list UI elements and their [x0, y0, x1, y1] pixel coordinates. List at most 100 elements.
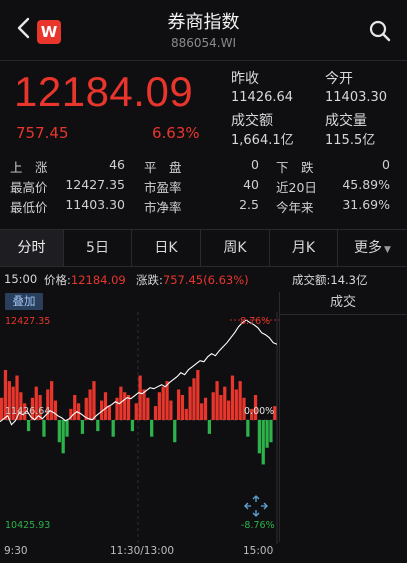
volume-bar [257, 420, 262, 454]
low-label: 最低价 [10, 200, 48, 215]
volume-bar [134, 403, 138, 420]
volume-bar [153, 406, 158, 420]
volume-bar [211, 392, 215, 420]
volume-bar [96, 420, 100, 432]
y-bottom-label: 10425.93 [5, 520, 51, 531]
volume-bar [92, 381, 96, 420]
d20-label: 近20日 [276, 180, 317, 195]
volume-bar [103, 392, 108, 420]
turnover-label: 成交额 [231, 113, 273, 129]
pe-label: 市盈率 [144, 180, 182, 195]
tab-5day[interactable]: 5日 [64, 230, 132, 266]
volume-bar [42, 420, 46, 437]
tab-more[interactable]: 更多 ▼ [338, 230, 407, 266]
quote-bar: 15:00 价格:12184.09 涨跌:757.45(6.63%) 成交额:1… [0, 268, 407, 290]
volume-bar [230, 375, 235, 420]
volume-bar [192, 378, 196, 420]
volume-bar [107, 406, 111, 420]
pct-mid-label: 0.00% [244, 406, 275, 417]
volume-bar [173, 420, 177, 443]
index-code: 886054.WI [170, 36, 237, 50]
intraday-chart[interactable] [0, 312, 279, 544]
flat-label: 平 盘 [144, 160, 182, 175]
volume-bar [0, 397, 4, 420]
volume-bar [184, 408, 188, 420]
fullscreen-icon[interactable] [241, 494, 271, 518]
turnover-value: 1,664.1亿 [231, 133, 294, 148]
tab-more-label: 更多 [354, 240, 383, 256]
volume-bar [157, 392, 161, 420]
volume-bar [161, 386, 165, 420]
volume-bar [50, 381, 54, 420]
volume-bar [261, 420, 265, 465]
volume-bar [115, 397, 119, 420]
time-start-label: 9:30 [4, 545, 28, 557]
d20-value: 45.89% [342, 177, 390, 192]
volume-bar [73, 395, 77, 420]
volume-label: 成交量 [325, 113, 367, 129]
top-bar: W 券商指数 886054.WI [0, 0, 407, 60]
tab-intraday[interactable]: 分时 [0, 230, 64, 266]
volume-bar [130, 420, 135, 432]
rise-value: 46 [109, 157, 125, 172]
volume-bar [200, 403, 204, 420]
deals-panel [279, 292, 407, 542]
volume-bar [234, 389, 238, 420]
pct-bottom-label: -8.76% [241, 520, 275, 531]
rise-label: 上 涨 [10, 160, 48, 175]
volume-bar [26, 420, 31, 432]
volume-bar [269, 420, 273, 443]
ytd-value: 31.69% [342, 197, 390, 212]
volume-bar [238, 381, 242, 420]
qb-amount: 成交额:14.3亿 [292, 272, 367, 288]
qb-price-label: 价格: [44, 273, 71, 287]
volume-value: 115.5亿 [325, 133, 376, 148]
prev-close-value: 11426.64 [231, 90, 294, 105]
qb-price-value: 12184.09 [70, 273, 126, 287]
search-icon[interactable] [369, 20, 391, 42]
volume-bar [219, 395, 223, 420]
volume-bar [111, 420, 115, 437]
price-change: 757.45 [16, 124, 69, 142]
volume-bar [196, 370, 200, 420]
low-value: 11403.30 [65, 197, 125, 212]
volume-bar [265, 420, 269, 448]
y-mid-label: 11426.64 [5, 406, 51, 417]
pb-label: 市净率 [144, 200, 182, 215]
pe-value: 40 [243, 177, 259, 192]
qb-change: 涨跌:757.45(6.63%) [136, 272, 249, 288]
fall-value: 0 [382, 157, 390, 172]
high-label: 最高价 [10, 180, 48, 195]
price-change-pct: 6.63% [152, 124, 200, 142]
tab-daily-k[interactable]: 日K [132, 230, 201, 266]
caret-down-icon: ▼ [384, 245, 391, 255]
volume-bar [65, 420, 69, 437]
current-price: 12184.09 [14, 68, 194, 115]
flat-value: 0 [251, 157, 259, 172]
volume-bar [180, 395, 185, 420]
volume-bar [169, 400, 173, 420]
y-top-label: 12427.35 [5, 316, 51, 327]
volume-bar [215, 381, 219, 420]
volume-bar [123, 392, 127, 420]
time-end-label: 15:00 [243, 545, 274, 557]
deals-tab[interactable]: 成交 [279, 292, 407, 315]
volume-bar [80, 420, 85, 434]
header-divider [0, 60, 407, 61]
prev-close-label: 昨收 [231, 71, 259, 87]
volume-bar [150, 420, 154, 437]
volume-bar [176, 389, 181, 420]
overlay-button[interactable]: 叠加 [5, 293, 43, 310]
qb-time: 15:00 [4, 272, 38, 286]
volume-bar [226, 400, 231, 420]
volume-bar [88, 389, 92, 420]
tab-monthly-k[interactable]: 月K [270, 230, 338, 266]
qb-change-label: 涨跌: [136, 273, 163, 287]
period-tabs: 分时 5日 日K 周K 月K 更多 ▼ [0, 229, 407, 267]
open-value: 11403.30 [325, 90, 388, 105]
qb-price: 价格:12184.09 [44, 272, 126, 288]
qb-change-value: 757.45(6.63%) [162, 273, 249, 287]
tab-weekly-k[interactable]: 周K [201, 230, 270, 266]
volume-bar [146, 397, 150, 420]
open-label: 今开 [325, 71, 353, 87]
